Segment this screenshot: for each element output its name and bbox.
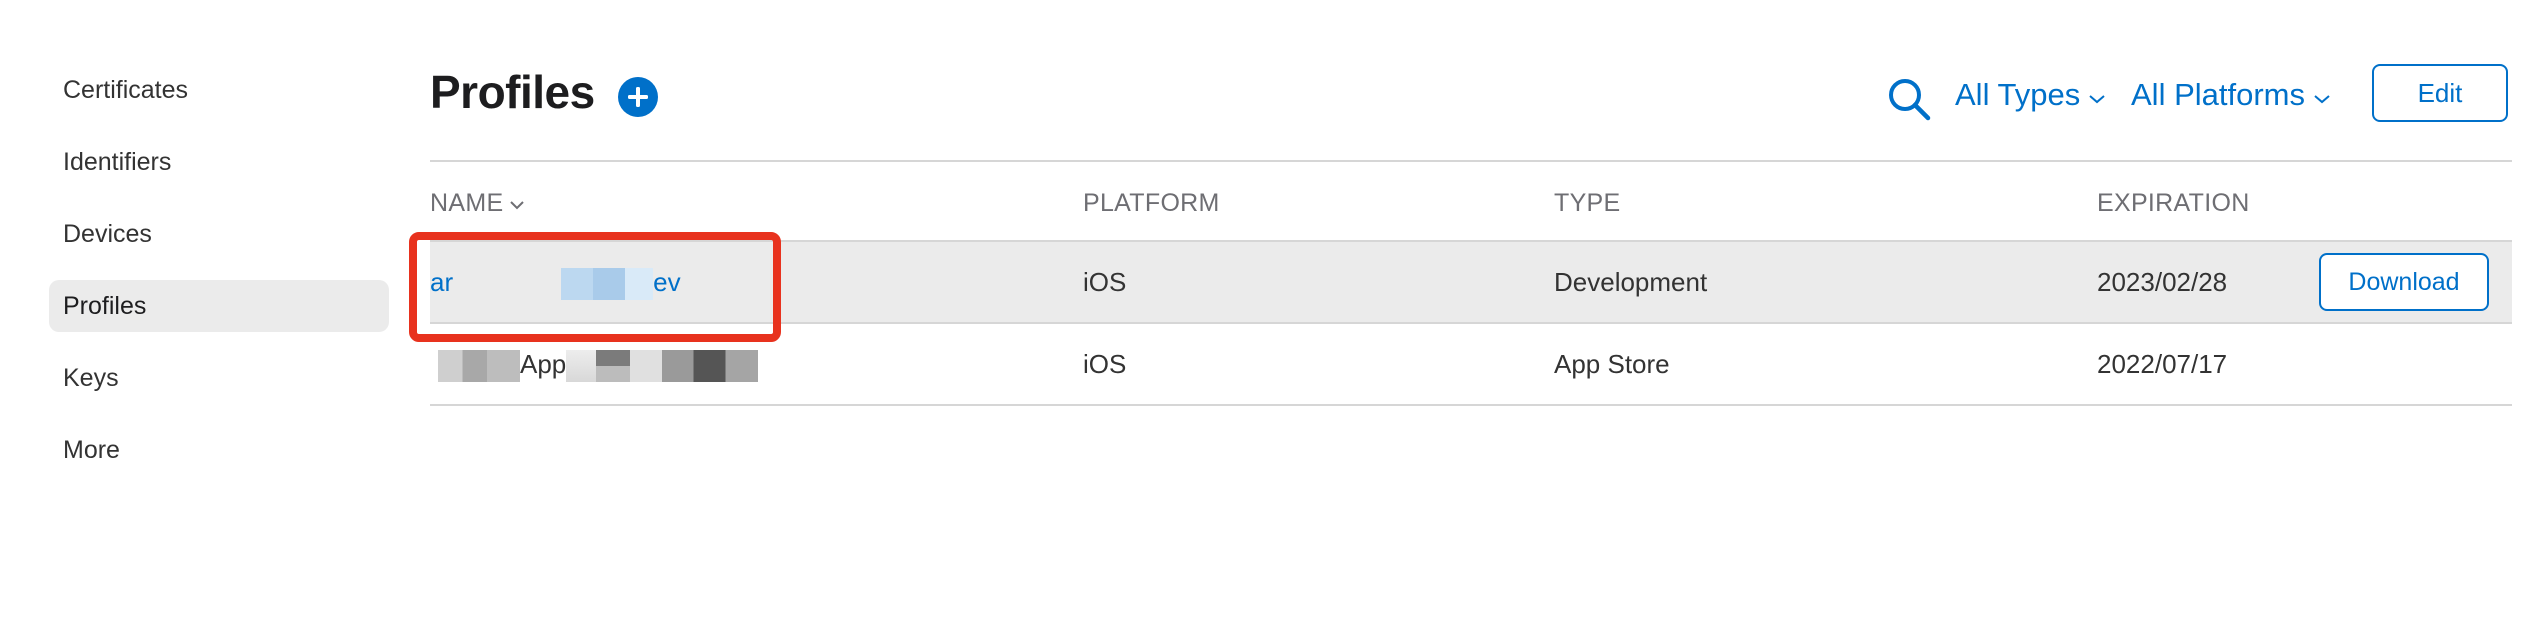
profile-type: App Store <box>1554 349 1670 379</box>
redacted-text <box>596 350 631 383</box>
filter-types-label: All Types <box>1955 77 2081 112</box>
profile-platform: iOS <box>1083 267 1127 297</box>
redacted-text <box>566 350 597 383</box>
sidebar: Certificates Identifiers Devices Profile… <box>49 64 389 496</box>
column-header-name-label: NAME <box>430 189 504 217</box>
plus-circle-icon <box>628 87 648 107</box>
redacted-text <box>662 350 759 383</box>
sidebar-item-profiles[interactable]: Profiles <box>49 280 389 332</box>
page-title: Profiles <box>430 66 595 118</box>
column-header-platform: PLATFORM <box>1083 189 1220 217</box>
download-button[interactable]: Download <box>2319 253 2489 311</box>
filter-platforms-dropdown[interactable]: All Platforms <box>2131 73 2331 117</box>
highlight-annotation-box <box>409 232 781 342</box>
edit-button[interactable]: Edit <box>2372 64 2508 122</box>
sidebar-item-identifiers[interactable]: Identifiers <box>49 136 389 188</box>
redacted-text <box>630 350 663 383</box>
profile-platform: iOS <box>1083 349 1127 379</box>
chevron-down-icon <box>2088 73 2106 117</box>
sidebar-item-devices[interactable]: Devices <box>49 208 389 260</box>
profile-expiration: 2023/02/28 <box>2097 267 2228 297</box>
filter-types-dropdown[interactable]: All Types <box>1955 73 2106 117</box>
profile-name-mid: App <box>520 349 567 379</box>
column-header-expiration: EXPIRATION <box>2097 189 2250 217</box>
sidebar-item-keys[interactable]: Keys <box>49 352 389 404</box>
sidebar-item-more[interactable]: More <box>49 424 389 476</box>
column-header-type: TYPE <box>1554 189 1621 217</box>
sidebar-item-certificates[interactable]: Certificates <box>49 64 389 116</box>
search-button[interactable] <box>1886 76 1932 122</box>
add-profile-button[interactable] <box>618 77 658 117</box>
filter-platforms-label: All Platforms <box>2131 77 2305 112</box>
table-header: NAME PLATFORM TYPE EXPIRATION <box>430 160 2512 242</box>
search-icon <box>1889 79 1931 121</box>
chevron-down-icon <box>2313 73 2331 117</box>
profile-expiration: 2022/07/17 <box>2097 349 2228 379</box>
profiles-page: Certificates Identifiers Devices Profile… <box>0 0 2540 642</box>
profile-type: Development <box>1554 267 1708 297</box>
redacted-text <box>438 350 520 383</box>
